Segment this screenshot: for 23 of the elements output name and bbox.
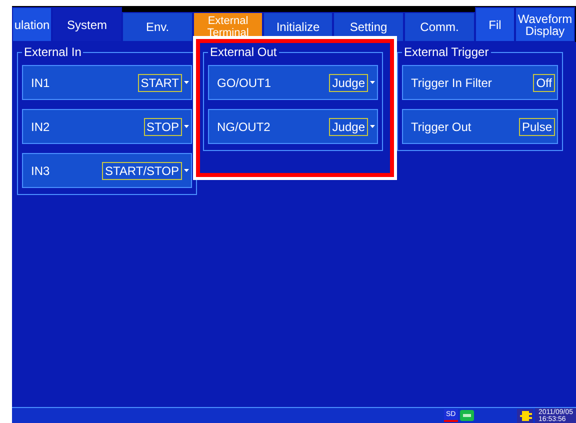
tab[interactable]: Comm. [404, 12, 475, 42]
value-selector[interactable]: Judge [329, 118, 368, 136]
tab[interactable]: Env. [122, 12, 193, 42]
value-selector[interactable]: Judge [329, 74, 368, 92]
tab[interactable]: Waveform Display [515, 7, 575, 42]
group-title: External Trigger [402, 45, 491, 60]
value-selector[interactable]: Off [533, 74, 555, 92]
tab[interactable]: System [52, 7, 122, 42]
setting-label: IN3 [31, 164, 50, 178]
value-selector[interactable]: STOP [144, 118, 182, 136]
setting-label: GO/OUT1 [217, 76, 272, 90]
value-selector[interactable]: START/STOP [102, 162, 182, 180]
power-plug-icon [517, 408, 534, 422]
value-selector[interactable]: Pulse [518, 118, 555, 136]
setting-label: Trigger In Filter [411, 76, 492, 90]
tab[interactable]: ulation [12, 7, 52, 42]
tab[interactable]: Fil [475, 7, 515, 42]
setting-label: NG/OUT2 [217, 120, 270, 134]
setting-label: Trigger Out [411, 120, 472, 134]
value-selector[interactable]: START [138, 74, 182, 92]
setting-label: IN1 [31, 76, 50, 90]
usb-icon [460, 410, 474, 421]
setting-label: IN2 [31, 120, 50, 134]
